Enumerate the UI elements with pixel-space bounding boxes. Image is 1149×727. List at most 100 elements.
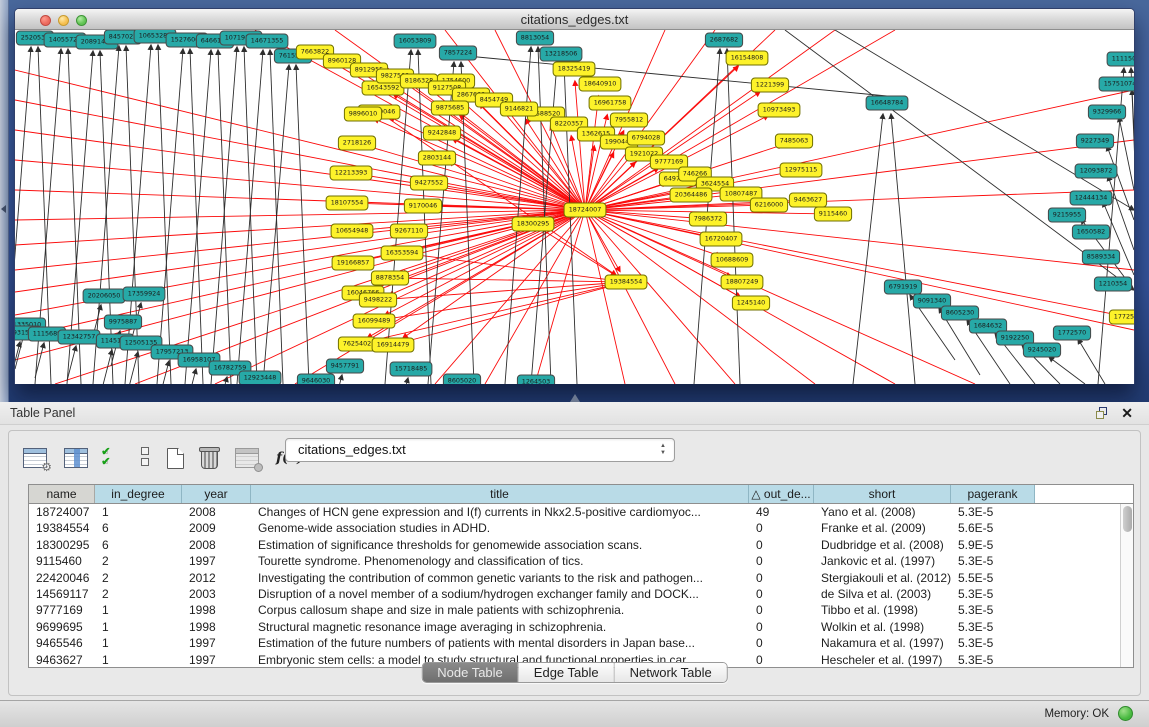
table-cell[interactable]: Wolkin et al. (1998)	[814, 619, 951, 635]
graph-edge[interactable]	[575, 81, 585, 210]
table-cell[interactable]: 1997	[182, 553, 251, 569]
column-header-year[interactable]: year	[182, 485, 251, 503]
table-row[interactable]: 946554611997Estimation of the future num…	[29, 635, 1133, 651]
attribute-table[interactable]: namein_degreeyeartitle△ out_de...shortpa…	[28, 484, 1134, 668]
table-cell[interactable]: 1	[95, 602, 182, 618]
table-cell[interactable]: 1997	[182, 635, 251, 651]
table-cell[interactable]: Yano et al. (2008)	[814, 504, 951, 520]
graph-edge[interactable]	[1107, 146, 1134, 220]
table-cell[interactable]: 18300295	[29, 537, 95, 553]
table-cell[interactable]: 1998	[182, 602, 251, 618]
table-row[interactable]: 977716911998Corpus callosum shape and si…	[29, 602, 1133, 618]
table-cell[interactable]: 0	[749, 570, 814, 586]
table-cell[interactable]: 0	[749, 537, 814, 553]
table-cell[interactable]: 2	[95, 586, 182, 602]
table-cell[interactable]: 0	[749, 619, 814, 635]
table-cell[interactable]: 5.3E-5	[951, 553, 1035, 569]
graph-edge[interactable]	[399, 378, 408, 384]
table-cell[interactable]: 22420046	[29, 570, 95, 586]
graph-edge[interactable]	[103, 350, 112, 384]
splitpane-collapse-strip[interactable]	[0, 0, 9, 402]
table-cell[interactable]: 1	[95, 652, 182, 668]
table-cell[interactable]: 19384554	[29, 520, 95, 536]
graph-edge[interactable]	[585, 190, 1134, 210]
table-cell[interactable]: 0	[749, 652, 814, 668]
table-cell[interactable]: 1997	[182, 652, 251, 668]
table-vertical-scrollbar[interactable]	[1120, 504, 1133, 667]
table-cell[interactable]: 9777169	[29, 602, 95, 618]
table-cell[interactable]: Tourette syndrome. Phenomenology and cla…	[251, 553, 749, 569]
column-header-title[interactable]: title	[251, 485, 749, 503]
graph-edge[interactable]	[835, 30, 1134, 210]
memory-ok-indicator[interactable]	[1118, 706, 1133, 721]
graph-edge[interactable]	[891, 114, 915, 384]
table-cell[interactable]: 5.6E-5	[951, 520, 1035, 536]
float-panel-icon[interactable]	[1096, 407, 1109, 420]
graph-edge[interactable]	[35, 343, 44, 378]
graph-edge[interactable]	[237, 50, 263, 384]
table-cell[interactable]: 5.9E-5	[951, 537, 1035, 553]
table-cell[interactable]: 0	[749, 586, 814, 602]
table-cell[interactable]: Dudbridge et al. (2008)	[814, 537, 951, 553]
table-cell[interactable]: 9465546	[29, 635, 95, 651]
graph-edge[interactable]	[1119, 117, 1134, 190]
graph-edge[interactable]	[263, 65, 289, 384]
table-cell[interactable]: 0	[749, 553, 814, 569]
graph-edge[interactable]	[187, 369, 196, 384]
table-cell[interactable]: 2008	[182, 504, 251, 520]
table-cell[interactable]: 5.3E-5	[951, 504, 1035, 520]
tab-network-table[interactable]: Network Table	[615, 663, 727, 682]
graph-edge[interactable]	[393, 285, 614, 345]
table-selector-combobox[interactable]: citations_edges.txt ▲▼	[285, 438, 675, 462]
table-cell[interactable]: Tibbo et al. (1998)	[814, 602, 951, 618]
graph-edge[interactable]	[126, 46, 139, 384]
delete-table-button[interactable]	[201, 447, 218, 469]
graph-edge[interactable]	[467, 56, 887, 96]
graph-edge[interactable]	[15, 190, 585, 210]
table-row[interactable]: 2242004622012Investigating the contribut…	[29, 570, 1133, 586]
table-cell[interactable]: 0	[749, 520, 814, 536]
column-header-pagerank[interactable]: pagerank	[951, 485, 1035, 503]
graph-edge[interactable]	[585, 210, 1134, 330]
graph-edge[interactable]	[157, 49, 183, 384]
table-row[interactable]: 911546021997Tourette syndrome. Phenomeno…	[29, 553, 1133, 569]
select-all-rows-button[interactable]: ✔✔	[105, 447, 123, 469]
graph-edge[interactable]	[378, 283, 614, 300]
table-cell[interactable]: Nakamura et al. (1997)	[814, 635, 951, 651]
graph-edge[interactable]	[585, 90, 1134, 210]
select-columns-button[interactable]	[64, 448, 88, 468]
graph-edge[interactable]	[211, 47, 237, 384]
new-table-button[interactable]	[167, 448, 184, 469]
graph-edge[interactable]	[296, 65, 309, 384]
table-cell[interactable]: Estimation of the future numbers of pati…	[251, 635, 749, 651]
table-cell[interactable]: 1	[95, 635, 182, 651]
table-cell[interactable]: 5.3E-5	[951, 619, 1035, 635]
table-row[interactable]: 1830029562008Estimation of significance …	[29, 537, 1133, 553]
table-cell[interactable]: 5.3E-5	[951, 602, 1035, 618]
table-cell[interactable]: 6	[95, 537, 182, 553]
graph-edge[interactable]	[158, 45, 171, 384]
column-header-name[interactable]: name	[29, 485, 95, 503]
table-cell[interactable]: Estimation of significance thresholds fo…	[251, 537, 749, 553]
column-header-in_degree[interactable]: in_degree	[95, 485, 182, 503]
table-cell[interactable]: 14569117	[29, 586, 95, 602]
table-row[interactable]: 1456911722003Disruption of a novel membe…	[29, 586, 1133, 602]
graph-edge[interactable]	[15, 210, 585, 338]
column-header-out_de[interactable]: △ out_de...	[749, 485, 814, 503]
column-header-short[interactable]: short	[814, 485, 951, 503]
table-cell[interactable]: 1	[95, 619, 182, 635]
table-cell[interactable]: 1998	[182, 619, 251, 635]
table-row[interactable]: 1938455462009Genome-wide association stu…	[29, 520, 1133, 536]
graph-edge[interactable]	[585, 210, 1116, 315]
table-cell[interactable]: 2003	[182, 586, 251, 602]
table-cell[interactable]: Hescheler et al. (1997)	[814, 652, 951, 668]
table-cell[interactable]: 5.5E-5	[951, 570, 1035, 586]
close-panel-icon[interactable]: ✕	[1121, 405, 1133, 422]
table-cell[interactable]: 2008	[182, 537, 251, 553]
graph-edge[interactable]	[129, 352, 138, 384]
table-cell[interactable]: Genome-wide association studies in ADHD.	[251, 520, 749, 536]
graph-edge[interactable]	[853, 114, 883, 384]
table-cell[interactable]: Franke et al. (2009)	[814, 520, 951, 536]
table-cell[interactable]: 1	[95, 504, 182, 520]
table-cell[interactable]: 2012	[182, 570, 251, 586]
